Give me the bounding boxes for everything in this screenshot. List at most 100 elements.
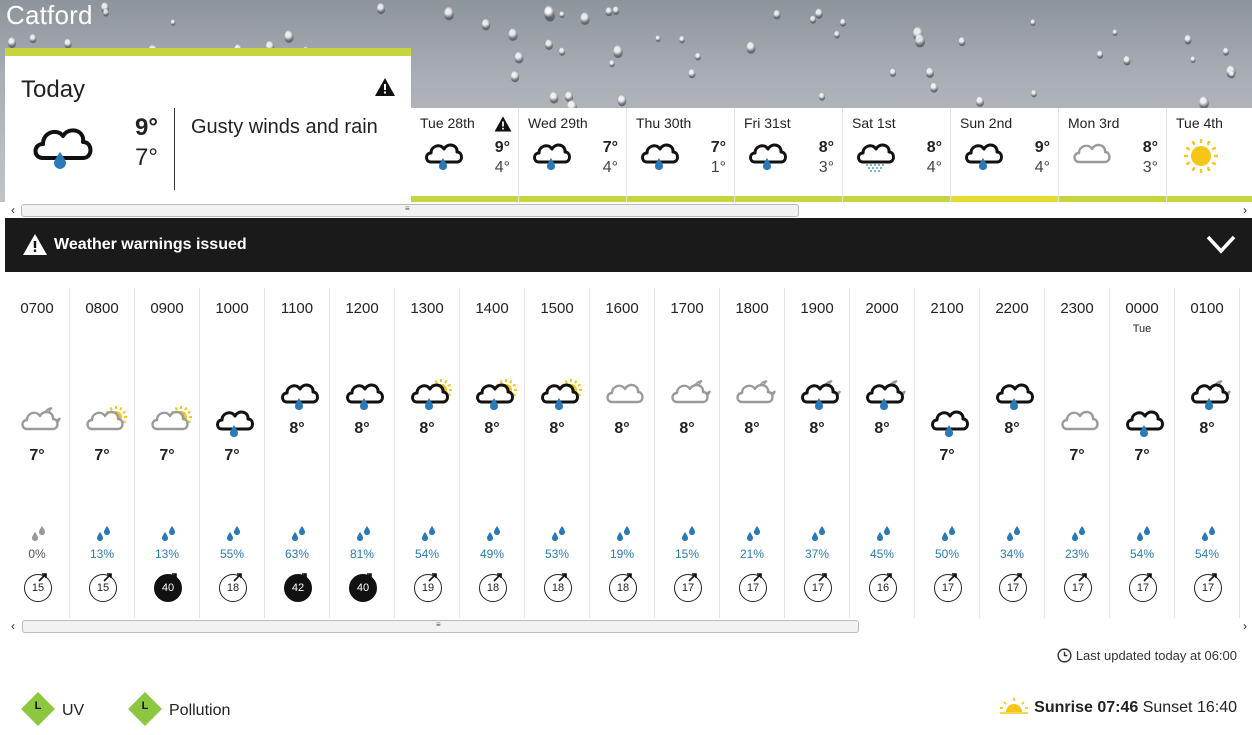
hour-column[interactable]: 1600 8° 19% 18 bbox=[590, 288, 655, 618]
rain-chance: 49% bbox=[479, 547, 505, 561]
rain-chance: 81% bbox=[349, 547, 375, 561]
hour-column[interactable]: 2100 7° 50% 17 bbox=[915, 288, 980, 618]
hour-column[interactable]: 2300 7° 23% 17 bbox=[1045, 288, 1110, 618]
day-high: 8° bbox=[926, 139, 942, 156]
cloud-rain-sun-icon bbox=[474, 378, 518, 419]
hour-column[interactable]: 1200 8° 81% 40 bbox=[330, 288, 395, 618]
raindrop bbox=[1229, 70, 1235, 79]
cloud-rain-sun-icon bbox=[409, 378, 453, 419]
rain-chance: 0% bbox=[28, 547, 46, 561]
grip-icon: ≡ bbox=[436, 620, 441, 629]
hour-column[interactable]: 0700 7° 0% 15 bbox=[5, 288, 70, 618]
scroll-left-icon[interactable]: ‹ bbox=[6, 619, 20, 633]
sunrise-icon bbox=[1000, 698, 1029, 719]
chevron-down-icon[interactable] bbox=[1206, 234, 1236, 259]
hour-column[interactable]: 1400 8° 49% 18 bbox=[460, 288, 525, 618]
hour-temperature: 8° bbox=[1004, 420, 1020, 437]
rain-chance: 50% bbox=[934, 547, 960, 561]
cloud-rain-moon-icon bbox=[1189, 378, 1233, 419]
cloud-rain-icon bbox=[747, 138, 791, 179]
raindrops-icon bbox=[290, 526, 308, 547]
raindrops-icon bbox=[1135, 526, 1153, 547]
day-tab[interactable]: Tue 28th 9° 4° bbox=[411, 108, 519, 202]
scroll-left-icon[interactable]: ‹ bbox=[6, 203, 20, 217]
hour-time: 2200 bbox=[995, 300, 1029, 317]
hour-column[interactable]: 1300 8° 54% 19 bbox=[395, 288, 460, 618]
hour-temperature: 8° bbox=[809, 420, 825, 437]
hour-column[interactable]: 1100 8° 63% 42 bbox=[265, 288, 330, 618]
scroll-thumb[interactable] bbox=[21, 204, 799, 217]
raindrops-icon bbox=[550, 526, 568, 547]
raindrops-icon bbox=[355, 526, 373, 547]
raindrop bbox=[29, 33, 37, 44]
raindrop bbox=[926, 67, 934, 78]
raindrop bbox=[376, 2, 386, 15]
hour-temperature: 8° bbox=[614, 420, 630, 437]
day-tab[interactable]: Thu 30th 7° 1° bbox=[627, 108, 735, 202]
raindrop bbox=[612, 6, 620, 15]
day-scrollbar[interactable]: ‹ ≡ › bbox=[0, 202, 1252, 218]
day-name: Sat 1st bbox=[852, 115, 896, 131]
raindrop bbox=[1030, 19, 1036, 26]
day-tab[interactable]: Mon 3rd 8° 3° bbox=[1059, 108, 1167, 202]
raindrop bbox=[1031, 89, 1037, 98]
raindrop bbox=[543, 5, 555, 20]
location-title: Catford bbox=[6, 0, 93, 30]
hour-column[interactable]: 1800 8° 21% 17 bbox=[720, 288, 785, 618]
rain-chance: 54% bbox=[1194, 547, 1220, 561]
raindrop bbox=[508, 28, 518, 41]
hour-column[interactable]: 1700 8° 15% 17 bbox=[655, 288, 720, 618]
raindrop bbox=[773, 9, 781, 20]
grey-cloud-icon bbox=[1059, 405, 1103, 446]
hour-column[interactable]: 1500 8° 53% 18 bbox=[525, 288, 590, 618]
cloud-rain-icon bbox=[1124, 405, 1168, 446]
hour-column[interactable]: 0800 7° 13% 15 bbox=[70, 288, 135, 618]
raindrop bbox=[679, 35, 685, 44]
raindrop bbox=[695, 52, 701, 61]
hour-temperature: 7° bbox=[1134, 447, 1150, 464]
cloud-rain-sun-icon bbox=[539, 378, 583, 419]
hour-temperature: 8° bbox=[289, 420, 305, 437]
hour-column[interactable]: 2000 8° 45% 16 bbox=[850, 288, 915, 618]
day-tab[interactable]: Sat 1st 8° 4° bbox=[843, 108, 951, 202]
day-low: 4° bbox=[494, 159, 510, 176]
wind-direction-icon bbox=[168, 569, 178, 587]
weather-warnings-bar[interactable]: Weather warnings issued bbox=[5, 218, 1252, 272]
scroll-right-icon[interactable]: › bbox=[1238, 619, 1252, 633]
cloud-rain-moon-icon bbox=[799, 378, 843, 419]
rain-chance: 13% bbox=[89, 547, 115, 561]
hourly-scrollbar[interactable]: ‹ ≡ › bbox=[0, 618, 1252, 634]
hour-column[interactable]: 0000 Tue 7° 54% 17 bbox=[1110, 288, 1175, 618]
hour-time: 1400 bbox=[475, 300, 509, 317]
rain-chance: 21% bbox=[739, 547, 765, 561]
cloud-rain-moon-icon bbox=[864, 378, 908, 419]
day-tab[interactable]: Fri 31st 8° 3° bbox=[735, 108, 843, 202]
grey-cloud-icon bbox=[1071, 138, 1115, 179]
hour-temperature: 8° bbox=[484, 420, 500, 437]
warning-icon[interactable] bbox=[375, 78, 395, 96]
hour-column[interactable]: 1900 8° 37% 17 bbox=[785, 288, 850, 618]
rain-chance: 45% bbox=[869, 547, 895, 561]
raindrop bbox=[103, 8, 109, 17]
raindrops-icon bbox=[1005, 526, 1023, 547]
raindrop bbox=[1112, 29, 1118, 36]
hour-column[interactable]: 1000 7° 55% 18 bbox=[200, 288, 265, 618]
raindrops-icon bbox=[95, 526, 113, 547]
day-low: 1° bbox=[710, 159, 726, 176]
scroll-right-icon[interactable]: › bbox=[1238, 203, 1252, 217]
hour-column[interactable]: 2200 8° 34% 17 bbox=[980, 288, 1045, 618]
raindrop bbox=[284, 30, 294, 43]
day-tab[interactable]: Wed 29th 7° 4° bbox=[519, 108, 627, 202]
raindrop bbox=[655, 35, 661, 42]
grip-icon: ≡ bbox=[405, 204, 410, 213]
hour-column[interactable]: 0900 7° 13% 40 bbox=[135, 288, 200, 618]
raindrop bbox=[958, 36, 966, 47]
raindrop bbox=[617, 94, 627, 107]
day-tab[interactable]: Tue 4th bbox=[1167, 108, 1252, 202]
hour-column[interactable]: 0100 8° 54% 17 bbox=[1175, 288, 1240, 618]
grey-cloud-moon-icon bbox=[669, 378, 713, 419]
today-panel[interactable]: Today 9° 7° Gusty winds and rain bbox=[5, 48, 411, 202]
day-tab[interactable]: Sun 2nd 9° 4° bbox=[951, 108, 1059, 202]
wind-direction-icon bbox=[558, 569, 568, 587]
raindrops-icon bbox=[1200, 526, 1218, 547]
